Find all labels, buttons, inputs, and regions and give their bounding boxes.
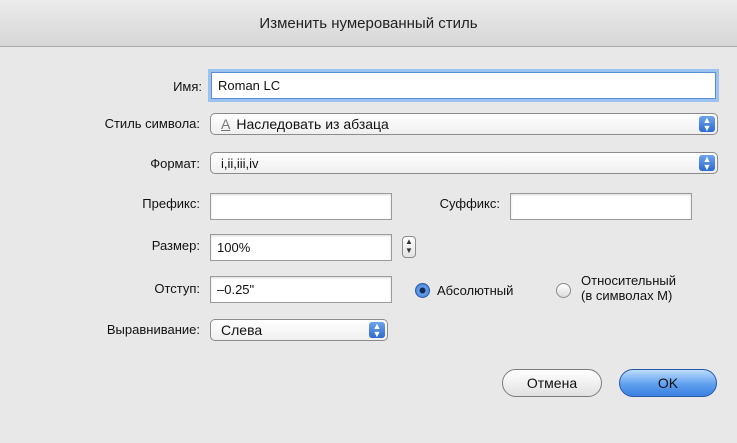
prefix-field[interactable] (210, 193, 392, 220)
char-style-icon: A (221, 116, 231, 132)
relative-label-line2: (в символах М) (581, 288, 673, 303)
suffix-label-text: Суффикс: (439, 196, 500, 211)
indent-label: Отступ: (154, 281, 200, 296)
relative-label: Относительный (в символах М) (581, 273, 676, 303)
format-value: i,ii,iii,iv (221, 156, 259, 171)
suffix-field[interactable] (510, 193, 692, 220)
format-label: Формат: (150, 156, 200, 171)
align-label: Выравнивание: (106, 322, 200, 337)
name-label: Имя: (173, 79, 202, 94)
name-field[interactable]: Roman LC (211, 72, 716, 99)
chevron-updown-icon: ▲ ▼ (699, 155, 715, 172)
chevron-updown-icon: ▲ ▼ (699, 116, 715, 133)
ok-button[interactable]: OK (619, 369, 717, 397)
size-stepper[interactable]: ▲ ▼ (402, 236, 416, 258)
absolute-radio[interactable] (415, 283, 430, 298)
absolute-label: Абсолютный (437, 283, 514, 298)
align-popup[interactable]: Слева ▲ ▼ (210, 319, 388, 341)
size-label: Размер: (151, 238, 200, 253)
relative-radio[interactable] (556, 283, 571, 298)
char-style-value: Наследовать из абзаца (236, 116, 389, 132)
prefix-label: Префикс: (142, 196, 200, 211)
edit-numbered-style-dialog: Изменить нумерованный стиль Имя: Roman L… (0, 0, 737, 443)
indent-field[interactable]: –0.25" (210, 276, 392, 303)
cancel-button[interactable]: Отмена (502, 369, 602, 397)
chevron-updown-icon: ▲ ▼ (369, 322, 385, 339)
char-style-label: Стиль символа: (104, 116, 200, 131)
relative-label-line1: Относительный (581, 273, 676, 288)
char-style-popup[interactable]: A Наследовать из абзаца ▲ ▼ (210, 113, 718, 135)
title-bar: Изменить нумерованный стиль (0, 0, 737, 47)
size-field[interactable]: 100% (210, 234, 392, 261)
format-popup[interactable]: i,ii,iii,iv ▲ ▼ (210, 152, 718, 174)
align-value: Слева (221, 322, 263, 338)
dialog-title: Изменить нумерованный стиль (259, 15, 478, 32)
